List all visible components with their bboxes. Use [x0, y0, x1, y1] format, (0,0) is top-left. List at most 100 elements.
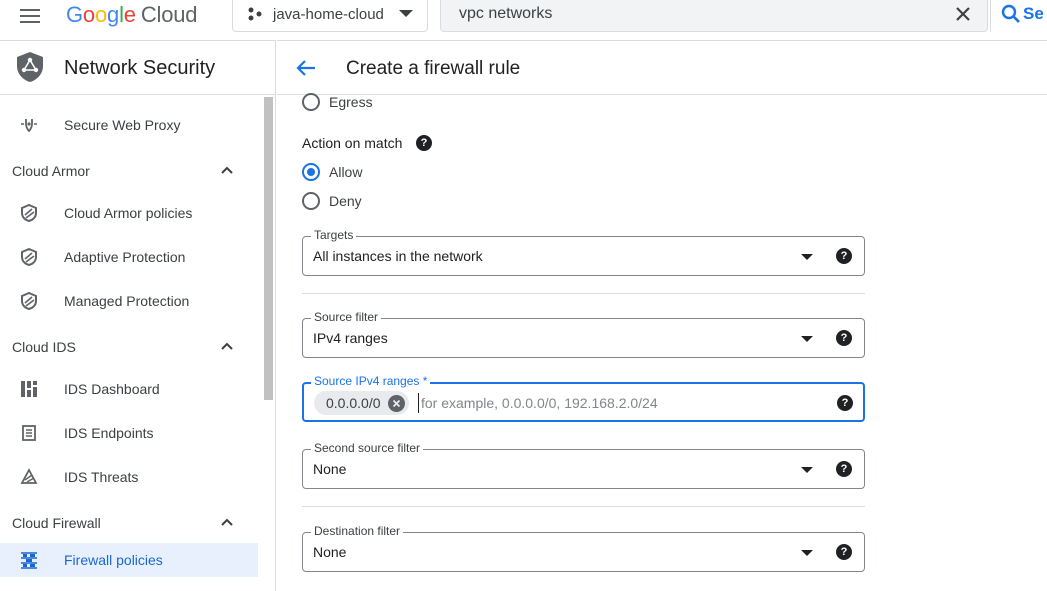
main-menu-icon[interactable]	[20, 6, 42, 24]
ip-range-chip[interactable]: 0.0.0.0/0	[314, 391, 409, 415]
armor-shield-icon	[21, 292, 37, 310]
logo-letter: g	[107, 2, 120, 27]
dashboard-icon	[21, 381, 37, 397]
field-label: Second source filter	[311, 441, 424, 455]
targets-select[interactable]: Targets All instances in the network ?	[302, 228, 865, 276]
radio-unchecked-icon	[302, 93, 320, 111]
logo-letter: o	[82, 2, 95, 27]
firewall-icon	[21, 552, 37, 569]
sidebar-item-adaptive-protection[interactable]: Adaptive Protection	[0, 240, 258, 274]
help-icon[interactable]: ?	[837, 395, 853, 411]
chevron-down-icon	[399, 10, 413, 17]
close-icon[interactable]	[953, 4, 973, 24]
direction-egress-radio[interactable]: Egress	[302, 92, 373, 112]
help-icon[interactable]: ?	[416, 135, 432, 151]
radio-label: Egress	[329, 94, 373, 110]
sidebar-item-label: IDS Threats	[64, 469, 139, 485]
section-label: Cloud IDS	[12, 339, 76, 355]
radio-label: Allow	[329, 164, 363, 180]
field-value: All instances in the network	[313, 248, 483, 264]
second-source-filter-select[interactable]: Second source filter None ?	[302, 441, 865, 489]
chevron-up-icon	[221, 166, 233, 174]
logo-letter: o	[94, 2, 108, 27]
radio-checked-icon	[302, 163, 320, 181]
chevron-down-icon	[801, 550, 813, 556]
armor-shield-icon	[21, 204, 37, 222]
sidebar-item-label: IDS Dashboard	[64, 381, 160, 397]
action-allow-radio[interactable]: Allow	[302, 162, 362, 182]
project-icon	[248, 7, 262, 21]
sidebar: Network Security Secure Web Proxy Cloud …	[0, 40, 276, 591]
sidebar-item-label: Firewall policies	[64, 552, 163, 568]
proxy-icon	[21, 119, 37, 133]
search-input[interactable]	[459, 3, 919, 25]
action-on-match-label: Action on match	[302, 135, 403, 151]
sidebar-title: Network Security	[64, 57, 216, 79]
search-box	[440, 0, 988, 32]
sidebar-item-firewall-policies[interactable]: Firewall policies	[0, 543, 258, 577]
chevron-up-icon	[221, 518, 233, 526]
source-filter-select[interactable]: Source filter IPv4 ranges ?	[302, 310, 865, 358]
help-icon[interactable]: ?	[836, 461, 852, 477]
chevron-down-icon	[801, 254, 813, 260]
ip-range-input[interactable]	[418, 393, 818, 413]
help-icon[interactable]: ?	[836, 248, 852, 264]
sidebar-item-ids-threats[interactable]: IDS Threats	[0, 460, 258, 494]
action-deny-radio[interactable]: Deny	[302, 191, 362, 211]
google-cloud-logo[interactable]: Google Cloud	[66, 2, 197, 28]
sidebar-scrollbar[interactable]	[264, 97, 273, 400]
field-label: Source filter	[311, 310, 382, 324]
section-label: Cloud Armor	[12, 163, 90, 179]
radio-label: Deny	[329, 193, 362, 209]
destination-filter-select[interactable]: Destination filter None ?	[302, 524, 865, 572]
remove-chip-icon[interactable]	[387, 394, 405, 412]
sidebar-item-ids-endpoints[interactable]: IDS Endpoints	[0, 416, 258, 450]
sidebar-item-label: Adaptive Protection	[64, 249, 186, 265]
chevron-down-icon	[801, 336, 813, 342]
divider	[302, 293, 865, 294]
sidebar-item-label: IDS Endpoints	[64, 425, 154, 441]
sidebar-item-label: Managed Protection	[64, 293, 190, 309]
sidebar-item-cloud-armor-policies[interactable]: Cloud Armor policies	[0, 196, 258, 230]
page-title: Create a firewall rule	[346, 58, 521, 79]
section-label: Cloud Firewall	[12, 515, 101, 531]
project-picker[interactable]: java-home-cloud	[232, 0, 428, 32]
search-button[interactable]: Se	[990, 0, 1047, 32]
logo-cloud-text: Cloud	[140, 2, 198, 27]
search-icon	[1001, 4, 1020, 23]
field-value: IPv4 ranges	[313, 330, 388, 346]
field-label: Destination filter	[311, 524, 404, 538]
search-button-label: Se	[1023, 4, 1044, 23]
project-name: java-home-cloud	[273, 5, 384, 23]
sidebar-header: Network Security	[0, 40, 275, 95]
top-bar: GoogleCloud java-home-cloud Se	[0, 0, 1047, 40]
chip-label: 0.0.0.0/0	[326, 395, 381, 411]
field-label: Targets	[311, 228, 357, 242]
threat-icon	[20, 468, 38, 484]
section-cloud-firewall[interactable]: Cloud Firewall	[0, 509, 258, 539]
help-icon[interactable]: ?	[836, 544, 852, 560]
network-security-shield-icon	[17, 52, 43, 82]
field-value: None	[313, 544, 347, 560]
logo-letter: G	[66, 2, 83, 27]
source-ipv4-ranges-field[interactable]: Source IPv4 ranges * 0.0.0.0/0 ?	[302, 374, 865, 422]
sidebar-item-managed-protection[interactable]: Managed Protection	[0, 284, 258, 318]
section-cloud-armor[interactable]: Cloud Armor	[0, 157, 258, 187]
field-label: Source IPv4 ranges *	[311, 374, 431, 388]
logo-letter: e	[123, 2, 136, 27]
radio-unchecked-icon	[302, 192, 320, 210]
back-arrow-icon[interactable]	[295, 57, 317, 79]
endpoint-icon	[22, 425, 36, 441]
sidebar-item-ids-dashboard[interactable]: IDS Dashboard	[0, 372, 258, 406]
sidebar-item-label: Secure Web Proxy	[64, 117, 181, 133]
sidebar-item-secure-web-proxy[interactable]: Secure Web Proxy	[0, 108, 258, 142]
chevron-up-icon	[221, 342, 233, 350]
page-header: Create a firewall rule	[277, 40, 1047, 95]
field-value: None	[313, 461, 347, 477]
chevron-down-icon	[801, 467, 813, 473]
help-icon[interactable]: ?	[836, 330, 852, 346]
sidebar-item-label: Cloud Armor policies	[64, 205, 193, 221]
armor-shield-icon	[21, 248, 37, 266]
section-cloud-ids[interactable]: Cloud IDS	[0, 333, 258, 363]
divider	[302, 506, 865, 507]
